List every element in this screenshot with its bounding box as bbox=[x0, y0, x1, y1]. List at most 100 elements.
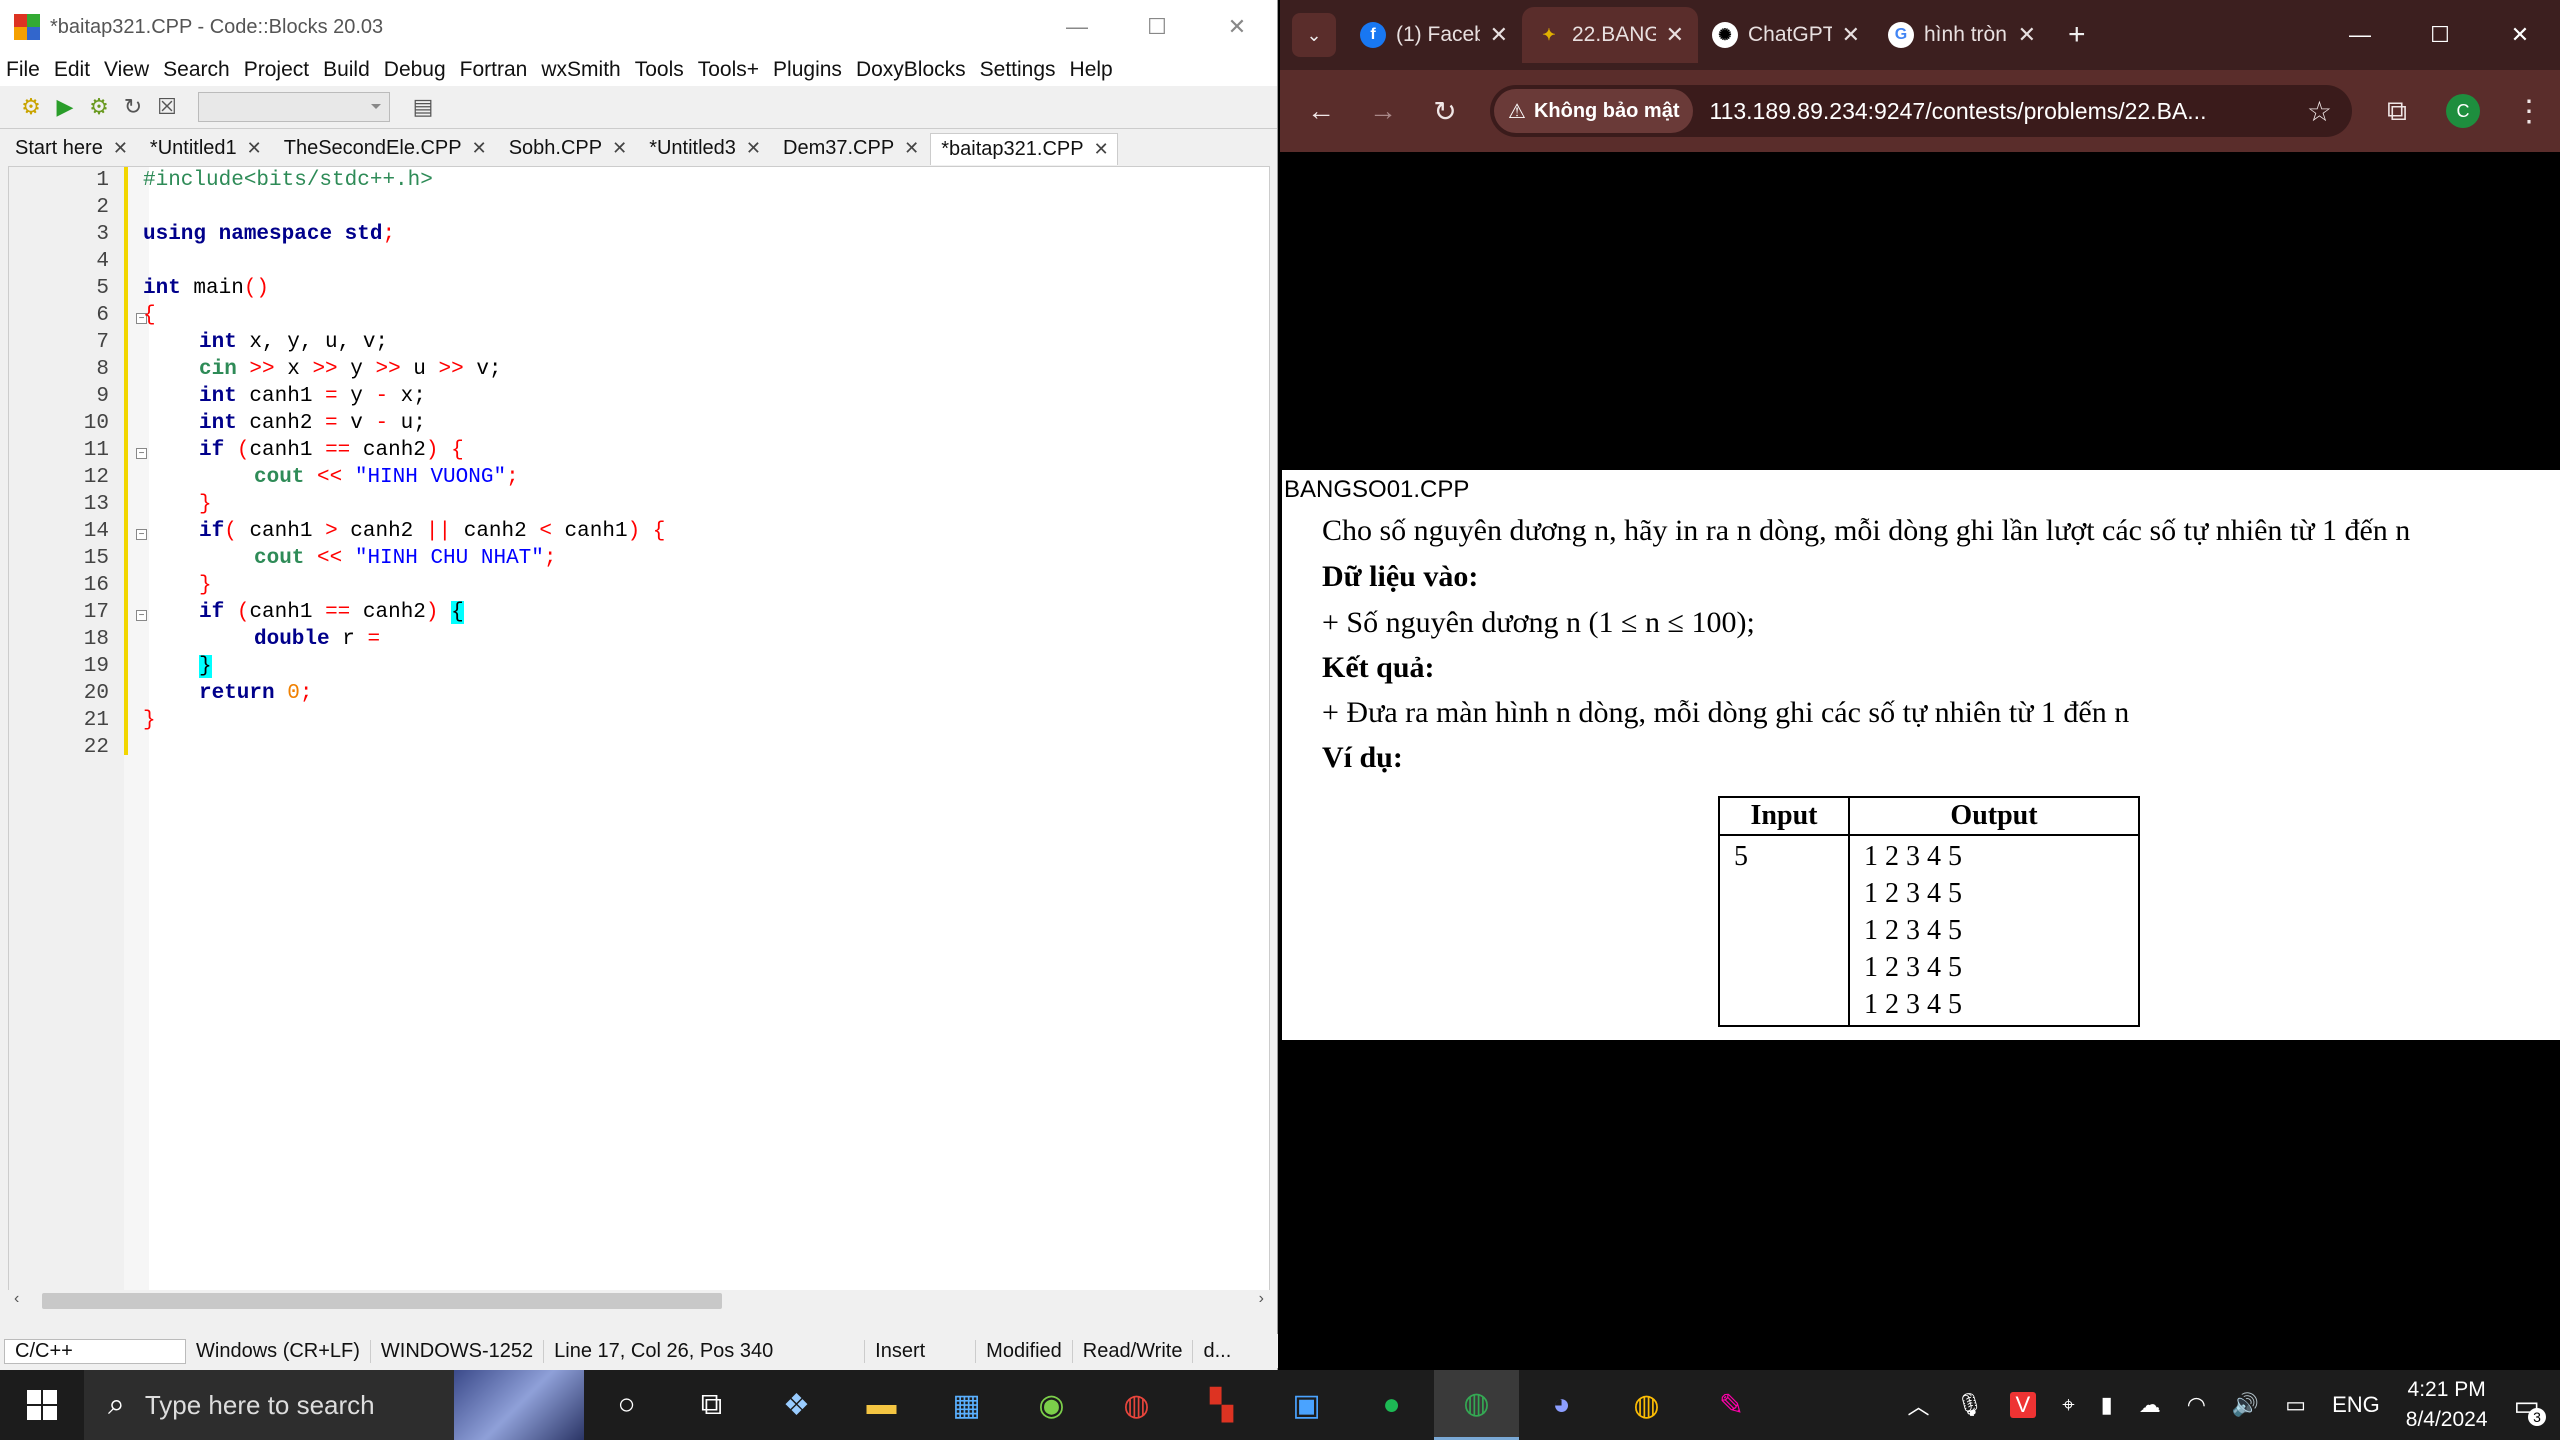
chrome-tab-chatgpt[interactable]: ✺ ChatGPT ✕ bbox=[1698, 7, 1874, 63]
scroll-right-icon[interactable]: › bbox=[1259, 1290, 1264, 1308]
notification-icon[interactable]: ▭ 3 bbox=[2514, 1389, 2546, 1426]
bookmark-star-icon[interactable]: ☆ bbox=[2307, 95, 2332, 128]
show-select-target-icon[interactable]: ▤ bbox=[410, 94, 436, 120]
menu-settings[interactable]: Settings bbox=[980, 58, 1056, 82]
menu-view[interactable]: View bbox=[104, 58, 149, 82]
fold-toggle-icon[interactable]: − bbox=[136, 448, 147, 459]
spotify-icon[interactable]: ● bbox=[1349, 1370, 1434, 1440]
close-icon[interactable]: ✕ bbox=[612, 138, 627, 159]
taskbar-search-box[interactable]: ⌕ Type here to search bbox=[84, 1370, 584, 1440]
tab-sobh[interactable]: Sobh.CPP ✕ bbox=[498, 132, 636, 165]
url-text[interactable]: 113.189.89.234:9247/contests/problems/22… bbox=[1709, 98, 2306, 125]
more-menu-icon[interactable]: ⋮ bbox=[2498, 94, 2560, 129]
build-target-select[interactable] bbox=[198, 92, 390, 122]
close-icon[interactable]: ✕ bbox=[746, 138, 761, 159]
build-and-run-icon[interactable]: ⚙ bbox=[86, 94, 112, 120]
menu-debug[interactable]: Debug bbox=[384, 58, 446, 82]
chrome-icon[interactable]: ◍ bbox=[1094, 1370, 1179, 1440]
volume-icon[interactable]: 🔊 bbox=[2232, 1392, 2259, 1418]
task-view-icon[interactable]: ⧉ bbox=[669, 1370, 754, 1440]
start-button[interactable] bbox=[0, 1390, 84, 1420]
menu-doxyblocks[interactable]: DoxyBlocks bbox=[856, 58, 966, 82]
fold-toggle-icon[interactable]: − bbox=[136, 610, 147, 621]
close-icon[interactable]: ✕ bbox=[1666, 22, 1684, 48]
menu-file[interactable]: File bbox=[6, 58, 40, 82]
tab-baitap321[interactable]: *baitap321.CPP ✕ bbox=[930, 133, 1118, 165]
vivaldi-tray-icon[interactable]: V bbox=[2009, 1392, 2037, 1418]
battery-icon[interactable]: ▭ bbox=[2285, 1392, 2306, 1418]
back-arrow-icon[interactable]: ← bbox=[1290, 95, 1352, 127]
tab-thesecondele[interactable]: TheSecondEle.CPP ✕ bbox=[273, 132, 496, 165]
chrome-minimize-button[interactable]: — bbox=[2320, 22, 2400, 48]
close-icon[interactable]: ✕ bbox=[904, 138, 919, 159]
run-icon[interactable]: ▶ bbox=[52, 94, 78, 120]
chrome-profile-2-icon[interactable]: ◍ bbox=[1604, 1370, 1689, 1440]
microphone-icon[interactable]: 🎙 bbox=[1956, 1392, 1984, 1418]
cloud-icon[interactable]: ☁ bbox=[2139, 1392, 2161, 1418]
file-explorer-icon[interactable]: ▬ bbox=[839, 1370, 924, 1440]
wifi-icon[interactable]: ◠ bbox=[2187, 1392, 2206, 1418]
close-icon[interactable]: ✕ bbox=[2018, 22, 2036, 48]
menu-plugins[interactable]: Plugins bbox=[773, 58, 842, 82]
menu-tools[interactable]: Tools bbox=[635, 58, 684, 82]
horizontal-scrollbar[interactable]: ‹ › bbox=[8, 1290, 1270, 1312]
extensions-icon[interactable]: ⧉ bbox=[2366, 95, 2428, 128]
language-indicator[interactable]: ENG bbox=[2332, 1392, 2380, 1418]
menu-project[interactable]: Project bbox=[244, 58, 309, 82]
menu-wxsmith[interactable]: wxSmith bbox=[541, 58, 620, 82]
chrome-profile-icon[interactable]: ◍ bbox=[1434, 1370, 1519, 1440]
minimize-button[interactable]: — bbox=[1037, 14, 1117, 40]
tab-untitled1[interactable]: *Untitled1 ✕ bbox=[139, 132, 271, 165]
copilot-icon[interactable]: ❖ bbox=[754, 1370, 839, 1440]
close-icon[interactable]: ✕ bbox=[472, 138, 487, 159]
close-icon[interactable]: ✕ bbox=[1842, 22, 1860, 48]
menu-tools-plus[interactable]: Tools+ bbox=[698, 58, 759, 82]
paint-icon[interactable]: ✎ bbox=[1689, 1370, 1774, 1440]
tab-untitled3[interactable]: *Untitled3 ✕ bbox=[638, 132, 770, 165]
profile-avatar[interactable]: C bbox=[2446, 94, 2480, 128]
clock[interactable]: 4:21 PM 8/4/2024 bbox=[2406, 1375, 2488, 1435]
close-icon[interactable]: ✕ bbox=[247, 138, 262, 159]
chrome-tab-google[interactable]: G hình tròn ✕ bbox=[1874, 7, 2050, 63]
maximize-button[interactable]: ☐ bbox=[1117, 14, 1197, 40]
discord-icon[interactable]: ◕ bbox=[1519, 1370, 1604, 1440]
chrome-close-button[interactable]: ✕ bbox=[2480, 22, 2560, 48]
chrome-tab-facebook[interactable]: f (1) Faceb ✕ bbox=[1346, 7, 1522, 63]
usb-icon[interactable]: ▮ bbox=[2101, 1392, 2113, 1418]
chrome-maximize-button[interactable]: ☐ bbox=[2400, 22, 2480, 48]
menu-build[interactable]: Build bbox=[323, 58, 370, 82]
close-icon[interactable]: ✕ bbox=[1490, 22, 1508, 48]
menu-help[interactable]: Help bbox=[1070, 58, 1113, 82]
codeblocks-taskbar-icon[interactable]: ▚ bbox=[1179, 1370, 1264, 1440]
fold-toggle-icon[interactable]: − bbox=[136, 529, 147, 540]
coccoc-icon[interactable]: ◉ bbox=[1009, 1370, 1094, 1440]
close-icon[interactable]: ✕ bbox=[113, 138, 128, 159]
code-editor[interactable]: 1 2 3 4 5 6 7 8 9 10 11 12 13 14 15 16 1… bbox=[8, 166, 1270, 1306]
reload-icon[interactable]: ↻ bbox=[1414, 95, 1476, 128]
satellite-icon[interactable]: ⌖ bbox=[2062, 1392, 2074, 1418]
photos-icon[interactable]: ▣ bbox=[1264, 1370, 1349, 1440]
ms-store-icon[interactable]: ▦ bbox=[924, 1370, 1009, 1440]
change-bar bbox=[124, 167, 128, 755]
chevron-up-icon[interactable]: ︿ bbox=[1908, 1389, 1930, 1421]
code-line: } bbox=[199, 655, 212, 678]
build-gear-icon[interactable]: ⚙ bbox=[18, 94, 44, 120]
new-tab-button[interactable]: + bbox=[2068, 18, 2086, 52]
rebuild-icon[interactable]: ↻ bbox=[120, 94, 146, 120]
scroll-left-icon[interactable]: ‹ bbox=[14, 1290, 19, 1308]
tab-start-here[interactable]: Start here ✕ bbox=[4, 132, 137, 165]
menu-edit[interactable]: Edit bbox=[54, 58, 90, 82]
tab-search-button[interactable]: ⌄ bbox=[1292, 13, 1336, 57]
chrome-tab-contest[interactable]: ✦ 22.BANG ✕ bbox=[1522, 7, 1698, 63]
omnibox[interactable]: ⚠ Không bảo mật 113.189.89.234:9247/cont… bbox=[1490, 85, 2352, 137]
menu-search[interactable]: Search bbox=[163, 58, 230, 82]
scrollbar-thumb[interactable] bbox=[42, 1293, 722, 1309]
close-button[interactable]: ✕ bbox=[1197, 14, 1277, 40]
tab-dem37[interactable]: Dem37.CPP ✕ bbox=[772, 132, 928, 165]
security-chip[interactable]: ⚠ Không bảo mật bbox=[1494, 89, 1694, 133]
cortana-icon[interactable]: ○ bbox=[584, 1370, 669, 1440]
abort-icon[interactable]: ☒ bbox=[154, 94, 180, 120]
forward-arrow-icon[interactable]: → bbox=[1352, 95, 1414, 127]
menu-fortran[interactable]: Fortran bbox=[460, 58, 528, 82]
close-icon[interactable]: ✕ bbox=[1094, 139, 1109, 160]
